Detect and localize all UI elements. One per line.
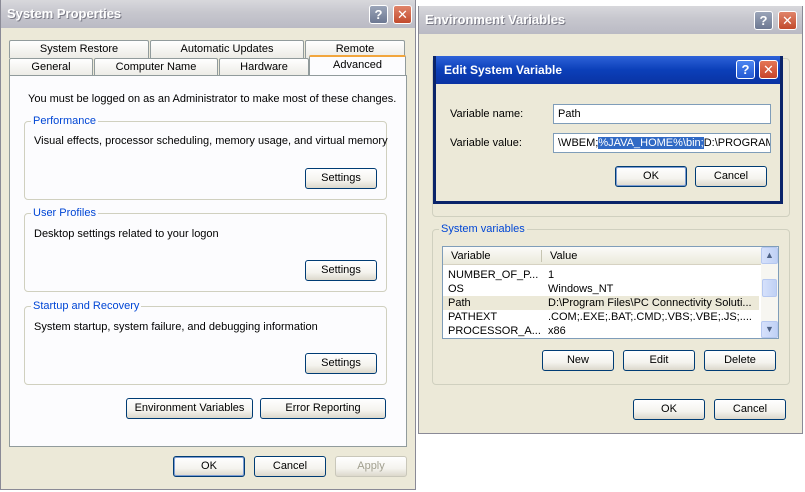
close-icon[interactable]: ✕: [778, 11, 797, 30]
edit-dialog-titlebar[interactable]: Edit System Variable ? ✕: [436, 56, 780, 84]
startup-recovery-label: Startup and Recovery: [31, 300, 142, 312]
variable-value-input[interactable]: \WBEM;%JAVA_HOME%\bin;D:\PROGRAM: [553, 133, 771, 153]
user-profiles-label: User Profiles: [31, 207, 98, 219]
system-properties-titlebar[interactable]: System Properties ? ✕: [1, 0, 415, 28]
dialog-title: Edit System Variable: [444, 63, 563, 77]
advanced-tab-panel: You must be logged on as an Administrato…: [9, 75, 407, 447]
system-properties-apply-button[interactable]: Apply: [335, 456, 407, 477]
tab-computer-name[interactable]: Computer Name: [94, 58, 218, 76]
error-reporting-button[interactable]: Error Reporting: [260, 398, 386, 419]
edit-dialog-ok-button[interactable]: OK: [615, 166, 687, 187]
delete-variable-button[interactable]: Delete: [704, 350, 776, 371]
environment-variables-titlebar[interactable]: Environment Variables ? ✕: [419, 6, 802, 34]
scrollbar-thumb[interactable]: [762, 279, 777, 297]
performance-label: Performance: [31, 115, 98, 127]
tab-system-restore[interactable]: System Restore: [9, 40, 149, 58]
user-profiles-settings-button[interactable]: Settings: [305, 260, 377, 281]
tab-advanced[interactable]: Advanced: [309, 55, 406, 75]
table-row[interactable]: NUMBER_OF_P... 1: [443, 268, 759, 282]
table-row-selected[interactable]: Path D:\Program Files\PC Connectivity So…: [443, 296, 759, 310]
help-icon[interactable]: ?: [754, 11, 773, 30]
edit-dialog-cancel-button[interactable]: Cancel: [695, 166, 767, 187]
system-properties-cancel-button[interactable]: Cancel: [254, 456, 326, 477]
tab-hardware[interactable]: Hardware: [219, 58, 309, 76]
help-icon[interactable]: ?: [736, 60, 755, 79]
table-row[interactable]: PROCESSOR_A... x86: [443, 324, 759, 338]
close-icon[interactable]: ✕: [393, 5, 412, 24]
performance-group: Performance Visual effects, processor sc…: [24, 115, 388, 200]
close-icon[interactable]: ✕: [759, 60, 778, 79]
startup-recovery-group: Startup and Recovery System startup, sys…: [24, 300, 387, 385]
system-variables-group: System variables Variable Value NUMBER_O…: [432, 223, 790, 385]
tab-automatic-updates[interactable]: Automatic Updates: [150, 40, 304, 58]
edit-system-variable-dialog: Edit System Variable ? ✕ Variable name: …: [433, 56, 783, 204]
selected-text: %JAVA_HOME%\bin;: [598, 137, 704, 149]
startup-recovery-settings-button[interactable]: Settings: [305, 353, 377, 374]
table-row[interactable]: PATHEXT .COM;.EXE;.BAT;.CMD;.VBS;.VBE;.J…: [443, 310, 759, 324]
startup-recovery-description: System startup, system failure, and debu…: [34, 321, 318, 333]
performance-settings-button[interactable]: Settings: [305, 168, 377, 189]
window-title: Environment Variables: [425, 12, 566, 27]
performance-description: Visual effects, processor scheduling, me…: [34, 135, 388, 147]
chevron-up-icon[interactable]: ▲: [761, 247, 778, 264]
chevron-down-icon[interactable]: ▼: [761, 321, 778, 338]
window-title: System Properties: [7, 6, 122, 21]
user-profiles-group: User Profiles Desktop settings related t…: [24, 207, 387, 292]
system-variables-label: System variables: [439, 223, 527, 235]
system-variables-list[interactable]: Variable Value NUMBER_OF_P... 1 OS Windo…: [442, 246, 779, 339]
help-icon[interactable]: ?: [369, 5, 388, 24]
column-header-value[interactable]: Value: [550, 250, 577, 263]
list-scrollbar[interactable]: ▲ ▼: [761, 247, 778, 338]
environment-variables-ok-button[interactable]: OK: [633, 399, 705, 420]
variable-name-input[interactable]: Path: [553, 104, 771, 124]
environment-variables-cancel-button[interactable]: Cancel: [714, 399, 786, 420]
user-profiles-description: Desktop settings related to your logon: [34, 228, 219, 240]
variable-name-label: Variable name:: [450, 108, 524, 120]
table-row[interactable]: OS Windows_NT: [443, 282, 759, 296]
new-variable-button[interactable]: New: [542, 350, 614, 371]
admin-notice: You must be logged on as an Administrato…: [28, 93, 397, 105]
column-header-variable[interactable]: Variable: [451, 250, 491, 263]
system-properties-window: System Properties ? ✕ System Restore Aut…: [0, 0, 416, 490]
tab-general[interactable]: General: [9, 58, 93, 76]
variable-value-label: Variable value:: [450, 137, 522, 149]
list-header: Variable Value: [443, 247, 761, 265]
environment-variables-button[interactable]: Environment Variables: [126, 398, 253, 419]
edit-variable-button[interactable]: Edit: [623, 350, 695, 371]
system-properties-ok-button[interactable]: OK: [173, 456, 245, 477]
